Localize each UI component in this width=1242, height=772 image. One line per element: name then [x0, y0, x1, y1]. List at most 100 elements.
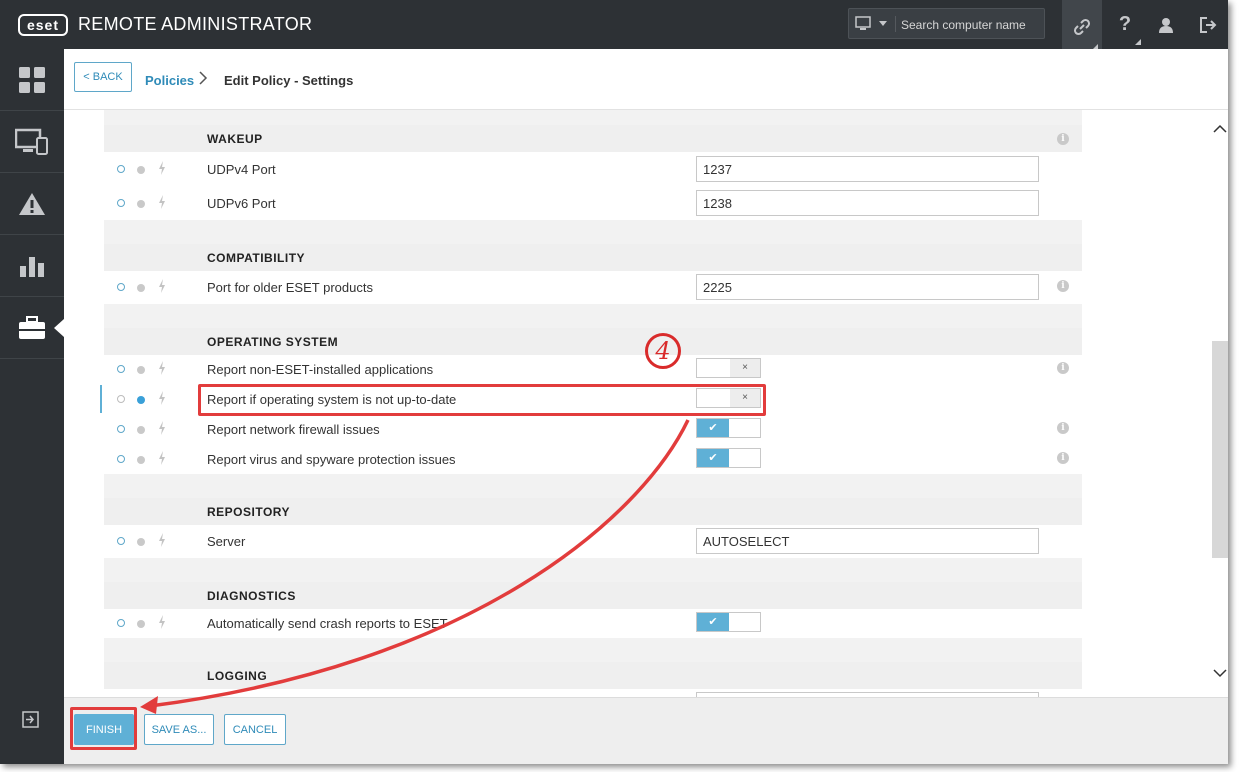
section-header-diagnostics: DIAGNOSTICS: [104, 582, 1082, 609]
help-button[interactable]: ?: [1105, 0, 1145, 49]
apply-flag-icon[interactable]: [117, 455, 125, 463]
logout-button[interactable]: [1188, 0, 1228, 49]
bolt-icon[interactable]: [157, 390, 167, 406]
scrollbar-thumb[interactable]: [1212, 341, 1228, 558]
apply-flag-icon[interactable]: [117, 537, 125, 545]
computer-search: [848, 8, 1045, 39]
apply-flag-icon[interactable]: [117, 619, 125, 627]
sidebar-item-computers[interactable]: [0, 111, 64, 173]
older-products-port-input[interactable]: [696, 274, 1039, 300]
info-icon[interactable]: i: [1057, 133, 1069, 145]
page-title: Edit Policy - Settings: [224, 73, 354, 88]
info-icon[interactable]: i: [1057, 362, 1069, 374]
section-header-logging: LOGGING: [104, 662, 1082, 689]
sidebar-item-reports[interactable]: [0, 235, 64, 297]
bolt-icon[interactable]: [157, 360, 167, 376]
non-eset-apps-toggle[interactable]: ×: [696, 358, 761, 378]
force-flag-icon[interactable]: [137, 166, 145, 174]
virus-spyware-issues-toggle[interactable]: ✔: [696, 448, 761, 468]
setting-row-non-eset-apps: Report non-ESET-installed applications ×…: [104, 354, 1082, 384]
firewall-issues-toggle[interactable]: ✔: [696, 418, 761, 438]
section-header-compatibility: COMPATIBILITY: [104, 244, 1082, 271]
setting-row-udpv6-port: UDPv6 Port: [104, 188, 1082, 218]
setting-row-logging-partial: [104, 690, 1082, 697]
section-title: REPOSITORY: [207, 505, 291, 519]
sidebar-item-threats[interactable]: [0, 173, 64, 235]
link-icon: [1073, 18, 1091, 36]
apply-flag-icon[interactable]: [117, 283, 125, 291]
info-icon[interactable]: i: [1057, 422, 1069, 434]
save-as-button[interactable]: SAVE AS...: [144, 714, 214, 745]
section-spacer: [104, 638, 1082, 662]
force-flag-icon[interactable]: [137, 366, 145, 374]
apply-flag-icon[interactable]: [117, 395, 125, 403]
info-icon[interactable]: i: [1057, 280, 1069, 292]
section-title: LOGGING: [207, 669, 268, 683]
cancel-button[interactable]: CANCEL: [224, 714, 286, 745]
collapse-sidebar-button[interactable]: [22, 711, 40, 732]
section-spacer: [104, 474, 1082, 498]
page-header: < BACK Policies Edit Policy - Settings: [64, 49, 1228, 110]
apply-flag-icon[interactable]: [117, 165, 125, 173]
computers-icon: [15, 128, 48, 155]
udpv4-port-input[interactable]: [696, 156, 1039, 182]
crash-reports-toggle[interactable]: ✔: [696, 612, 761, 632]
action-footer: FINISH SAVE AS... CANCEL: [64, 697, 1228, 764]
info-icon[interactable]: i: [1057, 452, 1069, 464]
bolt-icon[interactable]: [157, 532, 167, 548]
force-flag-icon[interactable]: [137, 620, 145, 628]
bolt-icon[interactable]: [157, 278, 167, 294]
setting-row-server: Server: [104, 526, 1082, 556]
dropdown-corner-icon: [1135, 39, 1141, 45]
highlight-box-finish: [70, 707, 137, 750]
force-flag-icon[interactable]: [137, 426, 145, 434]
setting-label: Automatically send crash reports to ESET: [207, 616, 448, 631]
top-bar: eset REMOTE ADMINISTRATOR ?: [0, 0, 1228, 54]
reports-icon: [20, 256, 44, 277]
force-flag-icon[interactable]: [137, 284, 145, 292]
chevron-up-icon[interactable]: [1213, 124, 1227, 134]
sidebar-item-admin[interactable]: [0, 297, 64, 359]
section-spacer: [104, 304, 1082, 328]
bolt-icon[interactable]: [157, 450, 167, 466]
force-flag-icon[interactable]: [137, 396, 145, 404]
breadcrumb-policies-link[interactable]: Policies: [145, 73, 194, 88]
user-button[interactable]: [1146, 0, 1186, 49]
setting-label: Report network firewall issues: [207, 422, 380, 437]
setting-label: Report non-ESET-installed applications: [207, 362, 434, 377]
bolt-icon[interactable]: [157, 194, 167, 210]
bolt-icon[interactable]: [157, 420, 167, 436]
section-header-repository: REPOSITORY: [104, 498, 1082, 525]
force-flag-icon[interactable]: [137, 538, 145, 546]
toggle-on-glyph: ✔: [697, 449, 729, 467]
link-button[interactable]: [1062, 0, 1102, 54]
force-flag-icon[interactable]: [137, 456, 145, 464]
apply-flag-icon[interactable]: [117, 199, 125, 207]
udpv6-port-input[interactable]: [696, 190, 1039, 216]
highlight-box-os-setting: [198, 384, 766, 416]
eset-logo: eset: [18, 14, 68, 36]
apply-flag-icon[interactable]: [117, 365, 125, 373]
bolt-icon[interactable]: [157, 614, 167, 630]
app-title: REMOTE ADMINISTRATOR: [78, 14, 313, 34]
apply-flag-icon[interactable]: [117, 425, 125, 433]
app-window: eset REMOTE ADMINISTRATOR ?: [0, 0, 1228, 764]
sidebar-item-dashboard[interactable]: [0, 49, 64, 111]
device-filter-dropdown[interactable]: [855, 16, 896, 32]
step-number-badge: 4: [645, 333, 681, 369]
force-flag-icon[interactable]: [137, 200, 145, 208]
chevron-down-icon[interactable]: [1213, 668, 1227, 678]
setting-label: UDPv4 Port: [207, 162, 276, 177]
section-header-operating-system: OPERATING SYSTEM: [104, 328, 1082, 355]
setting-row-older-products-port: Port for older ESET products i: [104, 272, 1082, 302]
server-input[interactable]: [696, 528, 1039, 554]
search-input[interactable]: [899, 13, 1043, 37]
section-title: OPERATING SYSTEM: [207, 335, 339, 349]
threats-icon: [19, 192, 45, 215]
setting-label: Server: [207, 534, 246, 549]
back-button[interactable]: < BACK: [74, 62, 132, 92]
toggle-on-glyph: ✔: [697, 419, 729, 437]
section-header-wakeup: WAKEUP i: [104, 125, 1082, 152]
section-title: WAKEUP: [207, 132, 263, 146]
bolt-icon[interactable]: [157, 160, 167, 176]
